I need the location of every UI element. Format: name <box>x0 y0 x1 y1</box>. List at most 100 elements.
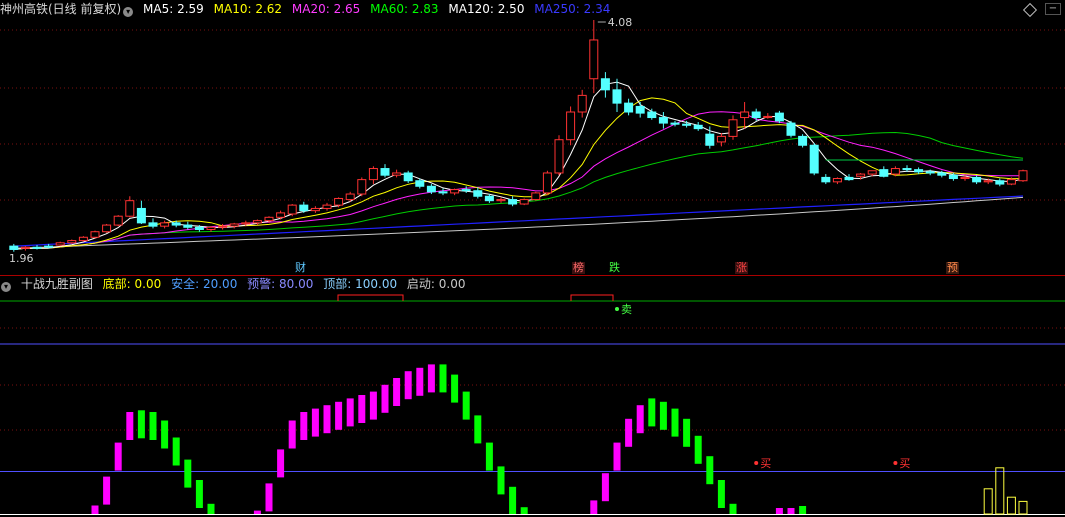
indicator-bar-fall <box>184 459 192 488</box>
candle-up <box>206 226 216 231</box>
candle-up <box>102 224 112 233</box>
ma250-legend: MA250: 2.34 <box>534 2 611 16</box>
indicator-bar-rise <box>404 371 412 400</box>
candle-up <box>740 111 750 119</box>
indicator-bar-rise <box>636 405 644 434</box>
indicator-bar-rise <box>369 391 377 420</box>
indicator-bar-fall <box>451 374 459 403</box>
candle-down <box>148 222 158 227</box>
event-marker-bang[interactable]: 榜 <box>572 262 585 274</box>
candle-up <box>519 199 529 205</box>
candle-down <box>937 172 947 176</box>
indicator-bar-small <box>799 506 807 514</box>
indicator-bar-rise <box>590 500 598 514</box>
event-marker-caibao[interactable]: 财 <box>294 262 307 274</box>
candle-down <box>774 112 784 122</box>
warn-legend: 预警: 80.00 <box>247 277 314 291</box>
indicator-bar-small <box>787 508 795 514</box>
sell-signal: 卖 <box>621 303 632 316</box>
indicator-bar-rise <box>335 401 343 430</box>
bottom-legend: 底部: 0.00 <box>102 277 162 291</box>
candle-up <box>334 197 344 206</box>
indicator-bar-rise <box>427 364 435 393</box>
candle-up <box>67 240 77 244</box>
indicator-bar-fall <box>497 466 505 495</box>
candle-up <box>716 135 726 143</box>
indicator-bar-rise <box>393 378 401 406</box>
buy-signal-dot <box>893 461 898 465</box>
indicator-bar-rise <box>311 408 319 437</box>
indicator-bar-fall <box>462 391 470 420</box>
candle-down <box>612 89 622 104</box>
stock-title[interactable]: 神州高铁(日线 前复权) <box>0 2 121 16</box>
panel-collapse-icon[interactable]: − <box>1045 3 1061 15</box>
indicator-bar-fall <box>520 507 528 514</box>
low-price-label: 1.96 <box>9 252 34 265</box>
candle-down <box>821 176 831 183</box>
candle-up <box>856 173 866 177</box>
indicator-bar-fall <box>729 503 737 514</box>
top-zone-bracket <box>337 294 404 301</box>
candle-up <box>310 207 320 212</box>
candle-up <box>160 222 170 227</box>
candle-up <box>78 236 88 242</box>
ma60-line <box>13 131 1024 250</box>
candle-down <box>624 102 634 113</box>
candle-up <box>832 178 842 183</box>
candle-up <box>55 242 65 246</box>
start-signal-bar <box>983 488 993 515</box>
candle-up <box>218 225 228 228</box>
candle-up <box>357 179 367 195</box>
candle-up <box>1018 170 1028 182</box>
indicator-bar-rise <box>114 442 122 471</box>
indicator-bar-fall <box>439 364 447 393</box>
candle-up <box>287 204 297 215</box>
candle-down <box>972 176 982 183</box>
candle-up <box>728 119 738 137</box>
ma20-line <box>13 111 1024 250</box>
candle-down <box>879 169 889 177</box>
candle-up <box>589 39 599 80</box>
indicator-bar-rise <box>253 510 261 514</box>
candle-up <box>763 115 773 119</box>
candle-down <box>705 133 715 146</box>
candle-down <box>299 204 309 212</box>
candle-up <box>113 215 123 226</box>
candle-down <box>9 245 19 250</box>
ma250-line <box>13 195 1024 247</box>
indicator-bar-rise <box>103 476 111 505</box>
ma10-legend: MA10: 2.62 <box>213 2 283 16</box>
event-marker-zhang[interactable]: 涨 <box>735 262 748 274</box>
candle-up <box>867 170 877 175</box>
sell-signal-dot <box>615 307 619 311</box>
buy-signal: 买 <box>899 457 910 470</box>
indicator-bar-fall <box>694 435 702 464</box>
indicator-bar-fall <box>683 418 691 447</box>
indicator-bar-rise <box>358 395 366 423</box>
candle-down <box>426 185 436 193</box>
kline-chart-canvas[interactable]: 4.08 1.96 卖买 买 <box>0 0 1065 517</box>
event-marker-yu[interactable]: 预 <box>946 262 959 274</box>
candle-down <box>809 144 819 174</box>
candle-up <box>566 111 576 141</box>
start-signal-bar <box>1018 500 1028 515</box>
candle-down <box>415 180 425 187</box>
candle-down <box>751 111 761 119</box>
safe-legend: 安全: 20.00 <box>171 277 238 291</box>
candle-down <box>32 246 42 249</box>
indicator-bar-fall <box>137 410 145 439</box>
top-legend: 顶部: 100.00 <box>323 277 398 291</box>
candle-down <box>798 135 808 146</box>
candle-up <box>241 222 251 225</box>
candle-up <box>252 220 262 224</box>
candle-down <box>380 168 390 176</box>
event-marker-die[interactable]: 跌 <box>608 262 621 274</box>
indicator-bar-fall <box>706 456 714 485</box>
buy-signal: 买 <box>760 457 771 470</box>
candle-down <box>914 169 924 173</box>
indicator-title[interactable]: 十战九胜副图 <box>21 277 93 291</box>
settings-toggle-icon[interactable]: ▾ <box>123 7 134 17</box>
candle-down <box>403 172 413 182</box>
indicator-toggle-icon[interactable]: ▾ <box>1 282 11 292</box>
candle-down <box>693 124 703 130</box>
